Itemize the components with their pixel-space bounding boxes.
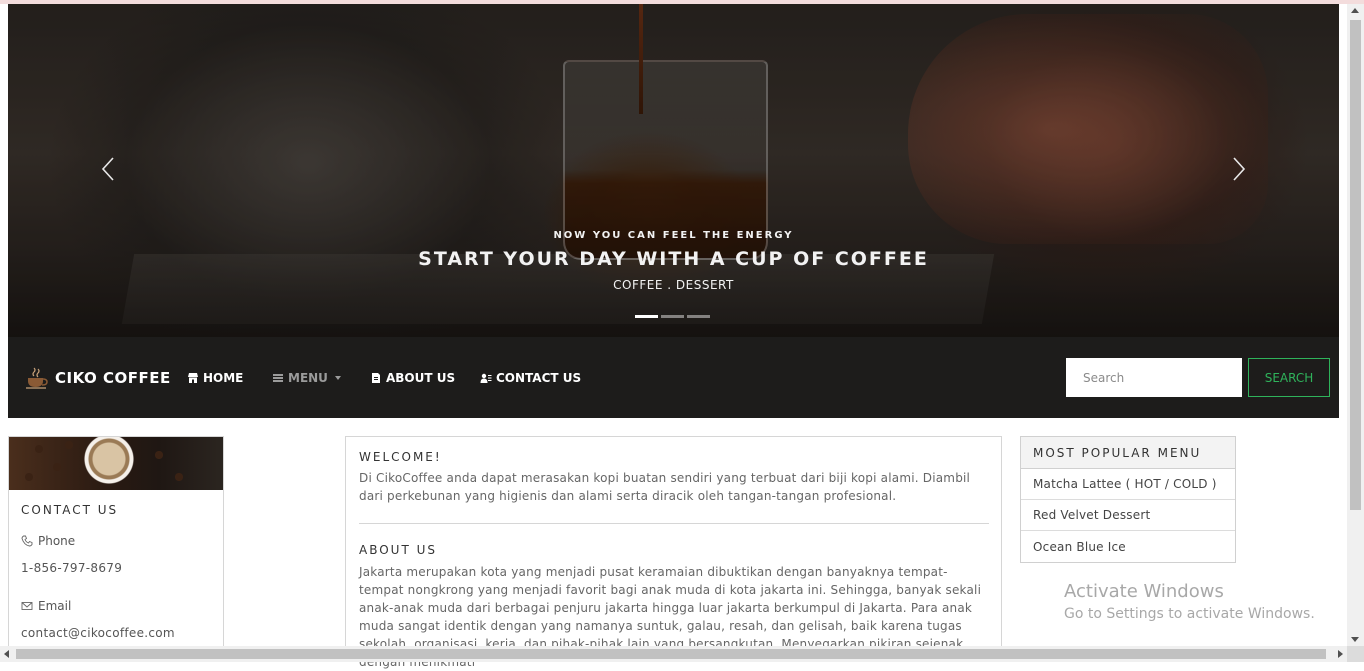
hero-subline: COFFEE . DESSERT <box>613 278 734 292</box>
popular-menu-item[interactable]: Matcha Lattee ( HOT / COLD ) <box>1021 469 1235 500</box>
nav-about-label: ABOUT US <box>386 371 456 385</box>
welcome-text: Di CikoCoffee anda dapat merasakan kopi … <box>359 471 971 503</box>
nav-menu-label: MENU <box>288 371 328 385</box>
search-button[interactable]: SEARCH <box>1248 358 1330 397</box>
popular-menu: MOST POPULAR MENU Matcha Lattee ( HOT / … <box>1020 436 1236 563</box>
search-input[interactable] <box>1066 358 1242 397</box>
coffee-cup-icon <box>26 367 48 389</box>
chevron-right-icon[interactable] <box>1224 156 1254 186</box>
popular-menu-title: MOST POPULAR MENU <box>1021 437 1235 469</box>
email-label: Email <box>21 599 71 613</box>
about-title: ABOUT US <box>359 543 438 557</box>
horizontal-scrollbar[interactable] <box>0 646 1347 662</box>
nav-about[interactable]: ABOUT US <box>370 368 455 388</box>
hero-kicker: NOW YOU CAN FEEL THE ENERGY <box>553 230 794 241</box>
layers-icon <box>273 374 283 382</box>
caret-down-icon <box>334 376 341 380</box>
scroll-up-icon[interactable] <box>1351 8 1359 13</box>
nav-menu-dropdown[interactable]: MENU <box>272 368 341 388</box>
activate-windows-title: Activate Windows <box>1064 581 1224 602</box>
brand[interactable]: CIKO COFFEE <box>25 365 171 391</box>
hero-carousel: NOW YOU CAN FEEL THE ENERGY START YOUR D… <box>8 4 1339 337</box>
phone-icon <box>21 535 33 547</box>
popular-menu-item[interactable]: Ocean Blue Ice <box>1021 531 1235 562</box>
carousel-indicator-1[interactable] <box>635 315 658 318</box>
envelope-icon <box>21 602 33 610</box>
nav-contact[interactable]: CONTACT US <box>480 368 581 388</box>
contact-title: CONTACT US <box>21 503 119 517</box>
phone-label-text: Phone <box>38 534 76 548</box>
coffee-image <box>9 437 223 490</box>
welcome-title: WELCOME! <box>359 450 442 464</box>
phone-value: 1-856-797-8679 <box>21 561 123 575</box>
hero-headline: START YOUR DAY WITH A CUP OF COFFEE <box>418 248 929 270</box>
address-card-icon <box>480 373 492 383</box>
main-article: WELCOME! Di CikoCoffee anda dapat merasa… <box>345 436 1002 669</box>
vertical-scrollbar[interactable] <box>1347 4 1364 646</box>
scroll-left-icon[interactable] <box>4 650 9 658</box>
scrollbar-corner <box>1347 646 1364 662</box>
store-icon <box>188 373 198 383</box>
document-icon <box>372 373 380 383</box>
carousel-indicator-2[interactable] <box>661 315 684 318</box>
brand-name: CIKO COFFEE <box>55 369 171 387</box>
nav-home[interactable]: HOME <box>187 368 243 388</box>
popular-menu-item[interactable]: Red Velvet Dessert <box>1021 500 1235 531</box>
chevron-left-icon[interactable] <box>93 156 123 186</box>
scroll-down-icon[interactable] <box>1351 637 1359 642</box>
scroll-right-icon[interactable] <box>1338 650 1343 658</box>
nav-home-label: HOME <box>203 371 244 385</box>
vertical-scroll-thumb[interactable] <box>1350 20 1361 510</box>
page: NOW YOU CAN FEEL THE ENERGY START YOUR D… <box>8 4 1339 669</box>
nav-contact-label: CONTACT US <box>496 371 582 385</box>
email-value[interactable]: contact@cikocoffee.com <box>21 626 175 640</box>
carousel-indicator-3[interactable] <box>687 315 710 318</box>
carousel-indicators <box>635 315 710 318</box>
contact-card: CONTACT US Phone 1-856-797-8679 Email co… <box>8 436 224 651</box>
navbar: CIKO COFFEE HOME MENU ABOUT US CONTACT U… <box>8 337 1339 418</box>
horizontal-scroll-thumb[interactable] <box>16 649 1326 659</box>
email-label-text: Email <box>38 599 72 613</box>
activate-windows-subtitle: Go to Settings to activate Windows. <box>1064 606 1315 622</box>
phone-label: Phone <box>21 534 75 548</box>
section-divider <box>359 523 989 524</box>
